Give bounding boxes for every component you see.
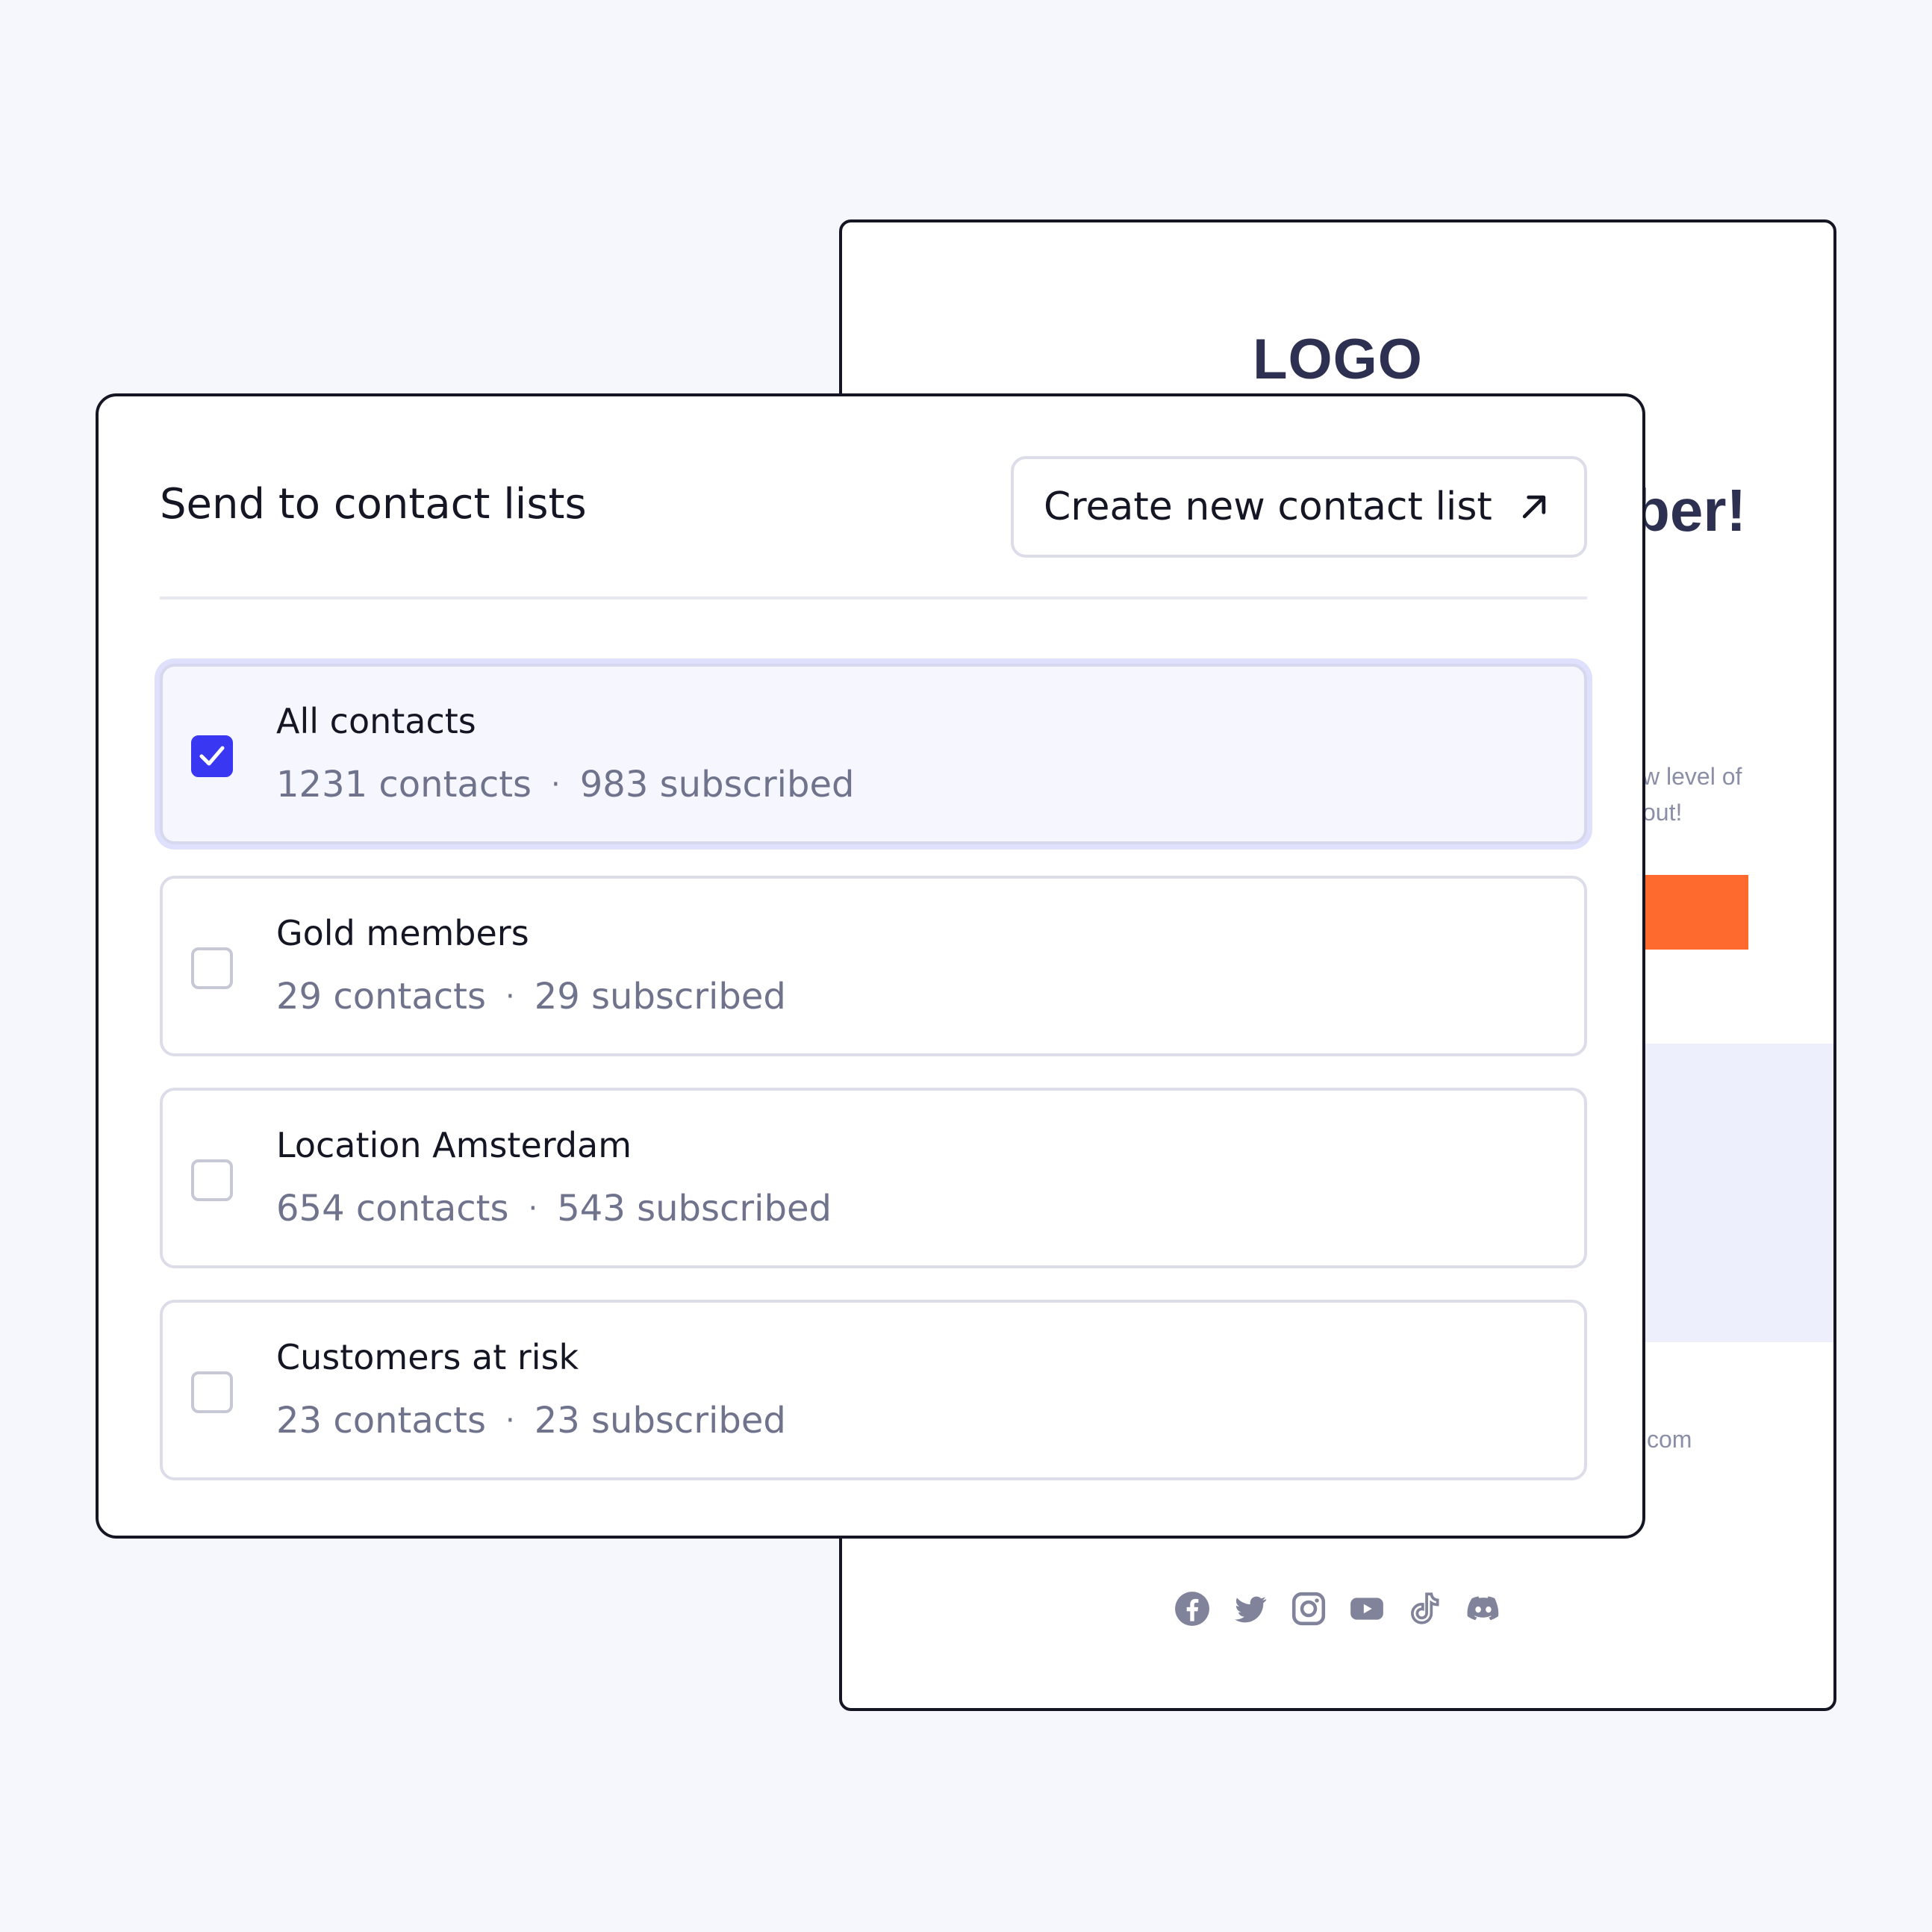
checkbox-checked[interactable] [191, 735, 233, 777]
list-name: Customers at risk [276, 1337, 579, 1377]
email-logo: LOGO [1253, 328, 1423, 391]
subscribed-count: 23 subscribed [534, 1400, 786, 1442]
checkmark-icon [199, 746, 225, 766]
list-name: All contacts [276, 701, 476, 741]
checkbox-unchecked[interactable] [191, 1159, 233, 1201]
list-name: Gold members [276, 913, 529, 953]
checkbox-unchecked[interactable] [191, 1371, 233, 1413]
checkbox-unchecked[interactable] [191, 947, 233, 989]
list-stats: 29 contacts · 29 subscribed [276, 976, 786, 1018]
list-stats: 654 contacts · 543 subscribed [276, 1188, 832, 1230]
email-body-line: out! [1642, 799, 1683, 826]
facebook-icon[interactable] [1174, 1590, 1211, 1627]
subscribed-count: 543 subscribed [557, 1188, 832, 1230]
contact-list-item[interactable]: Customers at risk 23 contacts · 23 subsc… [160, 1300, 1587, 1480]
email-body-line: w level of [1642, 763, 1742, 790]
email-headline: ber! [1633, 477, 1747, 543]
separator-dot: · [551, 767, 561, 802]
social-icons [1174, 1590, 1502, 1635]
dialog-title: Send to contact lists [160, 480, 587, 529]
subscribed-count: 983 subscribed [579, 764, 855, 805]
contact-list-item[interactable]: Location Amsterdam 654 contacts · 543 su… [160, 1088, 1587, 1268]
separator-dot: · [528, 1191, 538, 1226]
header-divider [160, 596, 1587, 599]
send-to-contact-lists-dialog: Send to contact lists Create new contact… [96, 393, 1645, 1539]
separator-dot: · [505, 979, 515, 1014]
youtube-icon[interactable] [1348, 1590, 1386, 1627]
subscribed-count: 29 subscribed [534, 976, 786, 1018]
contacts-count: 23 contacts [276, 1400, 486, 1442]
instagram-icon[interactable] [1290, 1590, 1327, 1627]
email-footer-text: com [1647, 1426, 1692, 1453]
list-stats: 23 contacts · 23 subscribed [276, 1400, 786, 1442]
twitter-icon[interactable] [1232, 1590, 1269, 1627]
contacts-count: 654 contacts [276, 1188, 509, 1230]
list-stats: 1231 contacts · 983 subscribed [276, 764, 854, 805]
stage: LOGO ber! w level of out! com Unsubscrib… [0, 0, 1932, 1932]
external-arrow-icon [1522, 495, 1546, 519]
separator-dot: · [505, 1403, 515, 1438]
contacts-count: 1231 contacts [276, 764, 532, 805]
create-contact-list-label: Create new contact list [1044, 484, 1492, 529]
contacts-count: 29 contacts [276, 976, 486, 1018]
create-contact-list-button[interactable]: Create new contact list [1011, 456, 1587, 558]
email-content-panel [1642, 1044, 1833, 1342]
discord-icon[interactable] [1465, 1590, 1502, 1627]
list-name: Location Amsterdam [276, 1125, 632, 1165]
tiktok-icon[interactable] [1406, 1590, 1444, 1627]
contact-list-item[interactable]: All contacts 1231 contacts · 983 subscri… [160, 664, 1587, 844]
contact-list-item[interactable]: Gold members 29 contacts · 29 subscribed [160, 876, 1587, 1056]
email-cta-button[interactable] [1642, 875, 1748, 950]
